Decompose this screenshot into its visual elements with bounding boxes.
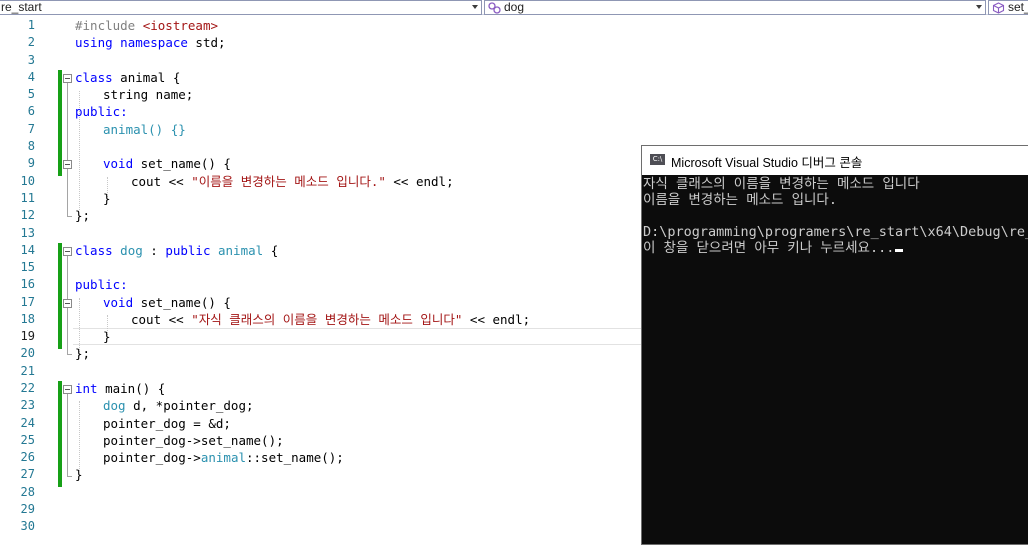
change-indicator — [58, 381, 62, 487]
member-dropdown-value: set_ — [1008, 0, 1028, 14]
code-line-11: } — [103, 191, 111, 206]
code-line-24: pointer_dog = &d; — [103, 416, 231, 431]
code-line-19: } — [103, 329, 111, 344]
line-number: 27 — [20, 467, 35, 481]
fold-end — [67, 216, 72, 217]
line-number: 2 — [27, 35, 35, 49]
code-line-10: cout << "이름을 변경하는 메소드 입니다." << endl; — [131, 174, 454, 189]
collapse-icon[interactable] — [63, 385, 72, 394]
line-number: 3 — [27, 53, 35, 67]
line-number: 7 — [27, 122, 35, 136]
line-number: 30 — [20, 519, 35, 533]
class-icon — [488, 2, 501, 14]
navigation-bar: re_start dog set_ — [0, 0, 1028, 15]
line-number: 15 — [20, 260, 35, 274]
line-number: 11 — [20, 191, 35, 205]
code-line-5: string name; — [103, 87, 194, 102]
line-number: 12 — [20, 208, 35, 222]
line-number: 17 — [20, 295, 35, 309]
console-title: Microsoft Visual Studio 디버그 콘솔 — [671, 156, 863, 170]
scope-dropdown-value: re_start — [1, 0, 42, 14]
debug-console-window[interactable]: C:\ Microsoft Visual Studio 디버그 콘솔 자식 클래… — [641, 145, 1028, 545]
code-line-12: }; — [75, 208, 91, 223]
console-line: D:\programming\programers\re_start\x64\D… — [643, 224, 1028, 240]
code-line-25: pointer_dog->set_name(); — [103, 433, 284, 448]
collapse-icon[interactable] — [63, 299, 72, 308]
console-output[interactable]: 자식 클래스의 이름을 변경하는 메소드 입니다 이름을 변경하는 메소드 입니… — [642, 175, 1028, 546]
line-number: 14 — [20, 243, 35, 257]
line-number: 21 — [20, 364, 35, 378]
line-number: 8 — [27, 139, 35, 153]
console-line: 이름을 변경하는 메소드 입니다. — [643, 192, 837, 208]
console-line-prompt: 이 창을 닫으려면 아무 키나 누르세요... — [643, 240, 904, 256]
line-number: 20 — [20, 346, 35, 360]
code-line-17: void set_name() { — [103, 295, 231, 310]
change-indicator — [58, 70, 62, 176]
line-number: 26 — [20, 450, 35, 464]
fold-end — [67, 476, 72, 477]
line-number: 25 — [20, 433, 35, 447]
collapse-icon[interactable] — [63, 74, 72, 83]
console-title-bar[interactable]: C:\ Microsoft Visual Studio 디버그 콘솔 — [642, 146, 1028, 175]
line-number: 29 — [20, 502, 35, 516]
line-number: 28 — [20, 485, 35, 499]
collapse-icon[interactable] — [63, 160, 72, 169]
code-line-20: }; — [75, 346, 91, 361]
code-line-26: pointer_dog->animal::set_name(); — [103, 450, 344, 465]
code-line-23: dog d, *pointer_dog; — [103, 398, 254, 413]
code-line-27: } — [75, 467, 83, 482]
line-number: 22 — [20, 381, 35, 395]
code-line-4: class animal { — [75, 70, 181, 85]
line-number: 5 — [27, 87, 35, 101]
code-line-1: #include <iostream> — [75, 18, 218, 33]
code-line-9: void set_name() { — [103, 156, 231, 171]
line-number: 19 — [20, 329, 35, 343]
code-line-18: cout << "자식 클래스의 이름을 변경하는 메소드 입니다" << en… — [131, 312, 531, 327]
line-number: 23 — [20, 398, 35, 412]
fold-line — [67, 394, 68, 476]
member-dropdown[interactable]: set_ — [988, 0, 1028, 15]
console-line: 자식 클래스의 이름을 변경하는 메소드 입니다 — [643, 176, 920, 192]
code-line-22: int main() { — [75, 381, 166, 396]
text-cursor — [895, 249, 904, 252]
fold-line — [67, 83, 68, 216]
class-dropdown[interactable]: dog — [484, 0, 986, 15]
line-number: 9 — [27, 156, 35, 170]
class-dropdown-value: dog — [504, 0, 525, 14]
current-line-highlight — [73, 328, 643, 345]
code-line-14: class dog : public animal { — [75, 243, 279, 258]
line-number: 1 — [27, 18, 35, 32]
line-number: 18 — [20, 312, 35, 326]
scope-dropdown[interactable]: re_start — [0, 0, 482, 15]
line-number: 4 — [27, 70, 35, 84]
fold-end — [67, 354, 72, 355]
chevron-down-icon[interactable] — [472, 5, 478, 9]
code-line-7: animal() {} — [103, 122, 186, 137]
line-number: 13 — [20, 226, 35, 240]
chevron-down-icon[interactable] — [976, 5, 982, 9]
line-number: 6 — [27, 104, 35, 118]
collapse-icon[interactable] — [63, 247, 72, 256]
line-number: 10 — [20, 174, 35, 188]
console-app-icon: C:\ — [650, 154, 665, 165]
line-number: 16 — [20, 277, 35, 291]
indent-guide — [79, 401, 80, 471]
method-cube-icon — [992, 2, 1005, 14]
line-number: 24 — [20, 416, 35, 430]
code-line-16: public: — [75, 277, 128, 292]
code-line-6: public: — [75, 104, 128, 119]
code-line-2: using namespace std; — [75, 35, 226, 50]
change-indicator — [58, 243, 62, 349]
